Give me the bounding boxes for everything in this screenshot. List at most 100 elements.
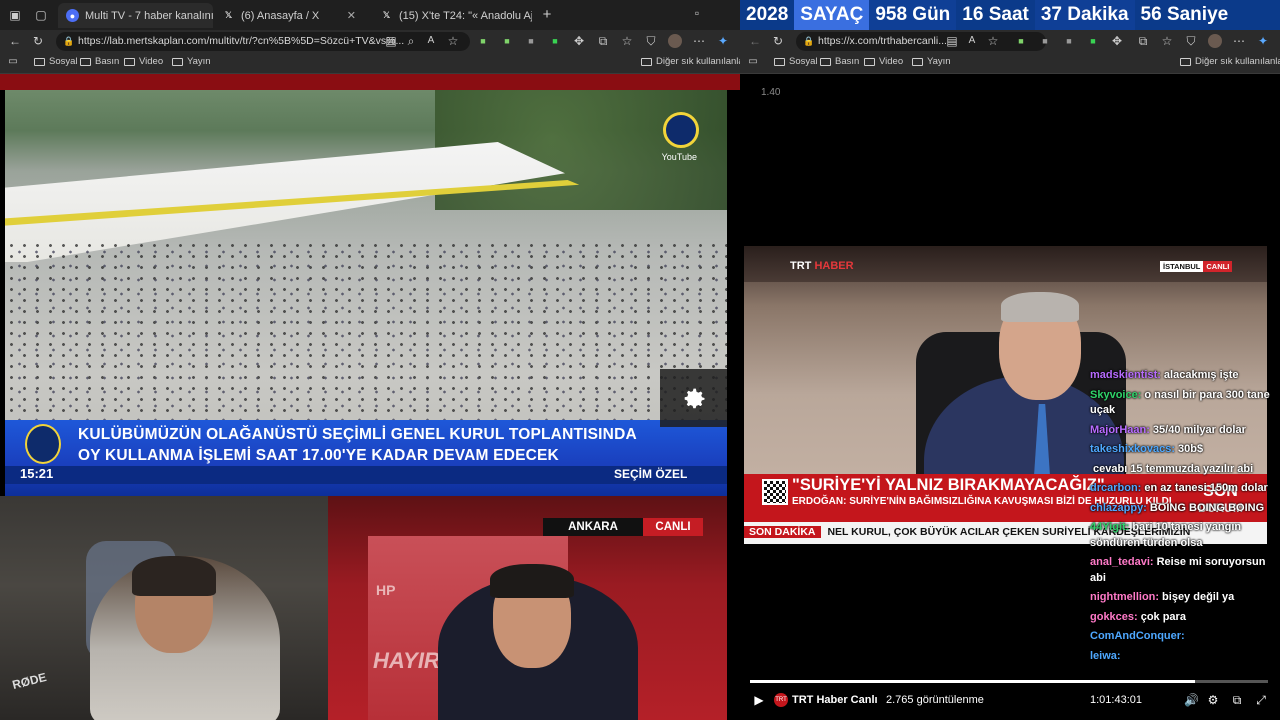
- other-bookmarks-folder[interactable]: Diğer sık kullanılanlar: [641, 56, 747, 67]
- progress-bar[interactable]: [750, 680, 1268, 683]
- tab-title: (15) X'te T24: "« Anadolu Ajansı: [399, 9, 532, 22]
- folder-icon: [124, 57, 135, 66]
- picture-in-picture-icon[interactable]: ⧉: [1230, 693, 1244, 707]
- trt-video-player[interactable]: 1.40 TRT HABER İSTANBUL CANLI "SURİYE'Yİ…: [740, 74, 1280, 720]
- new-tab-button[interactable]: +: [540, 7, 554, 22]
- favorites-icon[interactable]: ☆: [620, 34, 634, 48]
- trt-haber-logo: TRT HABER: [790, 260, 854, 272]
- channel-avatar-icon[interactable]: TRT: [774, 693, 788, 707]
- extensions-puzzle-icon[interactable]: ✥: [1110, 34, 1124, 48]
- browser-essentials-icon[interactable]: ⛉: [1184, 34, 1198, 48]
- chat-message: madskientist: alacakmış işte: [1090, 368, 1280, 384]
- tab-x-home[interactable]: 𝕏 (6) Anasayfa / X ✕: [214, 3, 364, 28]
- back-icon[interactable]: ←: [8, 34, 22, 48]
- favorite-star-icon[interactable]: ☆: [986, 34, 1000, 48]
- bookmark-label: Video: [879, 56, 904, 67]
- lock-icon: 🔒: [803, 36, 815, 46]
- favorite-star-icon[interactable]: ☆: [446, 34, 460, 48]
- read-aloud-icon[interactable]: A: [424, 34, 438, 48]
- zoom-icon[interactable]: ⌕: [404, 34, 418, 48]
- extension-icon[interactable]: ■: [524, 34, 538, 48]
- refresh-icon[interactable]: ↻: [771, 34, 785, 48]
- chat-overlay: madskientist: alacakmış işte Skyvoice: o na…: [1090, 368, 1280, 668]
- bookmark-folder-basin[interactable]: Basın: [80, 56, 119, 67]
- bookmark-label: Basın: [95, 56, 120, 67]
- extension-icon[interactable]: ■: [1086, 34, 1100, 48]
- x-logo-icon: 𝕏: [224, 10, 233, 20]
- volume-icon[interactable]: 🔊: [1184, 693, 1199, 707]
- play-icon[interactable]: ▶: [752, 693, 766, 707]
- close-tab-icon[interactable]: ✕: [341, 9, 356, 22]
- extension-icon[interactable]: ■: [500, 34, 514, 48]
- chat-text: 35/40 milyar dolar: [1152, 423, 1246, 436]
- countdown-banner: 2028 SAYAÇ 958 Gün 16 Saat 37 Dakika 56 …: [740, 0, 1280, 30]
- split-screen-icon[interactable]: ⧉: [596, 34, 610, 48]
- playback-speed: 1.40: [761, 87, 781, 98]
- bookmark-folder-yayin[interactable]: Yayın: [912, 56, 951, 67]
- read-aloud-icon[interactable]: A: [965, 34, 979, 48]
- bookmark-label: Sosyal: [789, 56, 818, 67]
- copilot-icon[interactable]: ✦: [1256, 34, 1270, 48]
- bookmark-folder-sosyal[interactable]: Sosyal: [34, 56, 78, 67]
- countdown-minutes: 37 Dakika: [1034, 0, 1135, 30]
- extension-icon[interactable]: ■: [548, 34, 562, 48]
- extension-icon[interactable]: ■: [476, 34, 490, 48]
- copilot-icon[interactable]: ✦: [716, 34, 730, 48]
- time-display: 1:01:43:01: [1090, 694, 1142, 706]
- bookmarks-bar: ▭ Sosyal Basın Video Yayın Diğer sık kul…: [740, 52, 1280, 74]
- more-menu-icon[interactable]: ⋯: [692, 34, 706, 48]
- more-menu-icon[interactable]: ⋯: [1232, 34, 1246, 48]
- workspaces-icon[interactable]: ▣: [8, 8, 22, 22]
- profile-avatar-icon[interactable]: [1208, 34, 1222, 48]
- browser-essentials-icon[interactable]: ⛉: [644, 34, 658, 48]
- profile-avatar-icon[interactable]: [668, 34, 682, 48]
- bookmark-folder-yayin[interactable]: Yayın: [172, 56, 211, 67]
- tab-multitv[interactable]: ● Multi TV - 7 haber kanalını a ✕: [58, 3, 213, 28]
- extension-icon[interactable]: ■: [1038, 34, 1052, 48]
- url-bar[interactable]: https://x.com/trthabercanli...: [796, 32, 1046, 51]
- favorites-icon[interactable]: ☆: [1160, 34, 1174, 48]
- folder-icon: [1180, 57, 1191, 66]
- settings-gear-icon[interactable]: ⚙: [1206, 693, 1220, 707]
- ankara-studio-video[interactable]: HP HAYIR ANKARA CANLI: [328, 496, 727, 720]
- bookmark-folder-sosyal[interactable]: Sosyal: [774, 56, 818, 67]
- other-bookmarks-folder[interactable]: Diğer sık kullanılanlar: [1180, 56, 1280, 67]
- chat-message: cevabı 15 temmuzda yazılır abi: [1090, 462, 1280, 478]
- tab-title: Multi TV - 7 haber kanalını a: [85, 9, 213, 22]
- split-screen-icon[interactable]: ⧉: [1136, 34, 1150, 48]
- folder-icon: [80, 57, 91, 66]
- chat-message: Skyvoice: o nasıl bir para 300 tane uçak: [1090, 388, 1280, 419]
- settings-button[interactable]: [660, 369, 727, 427]
- location-label: İSTANBUL: [1160, 261, 1204, 272]
- address-toolbar: ← ↻ https://lab.mertskaplan.com/multitv/…: [0, 30, 740, 52]
- bookmark-folder-video[interactable]: Video: [124, 56, 163, 67]
- extension-icon[interactable]: ■: [1014, 34, 1028, 48]
- qr-code-icon: [762, 479, 788, 505]
- bookmark-folder-basin[interactable]: Basın: [820, 56, 859, 67]
- extensions-puzzle-icon[interactable]: ✥: [572, 34, 586, 48]
- minimize-icon[interactable]: ▫: [690, 6, 704, 20]
- guest-hair: [490, 564, 574, 598]
- live-label: CANLI: [1203, 261, 1233, 272]
- tab-actions-icon[interactable]: ▢: [34, 8, 48, 22]
- streamer-webcam: RØDE: [0, 496, 328, 720]
- chat-username: takeshixkovacs:: [1090, 443, 1175, 455]
- address-toolbar: ← ↻ https://x.com/trthabercanli... 🔒 ▤ A…: [740, 30, 1280, 52]
- news-headline: "SURİYE'Yİ YALNIZ BIRAKMAYACAĞIZ": [792, 476, 1105, 494]
- tab-x-t24[interactable]: 𝕏 (15) X'te T24: "« Anadolu Ajansı ✕: [372, 3, 532, 28]
- live-label: CANLI: [643, 518, 703, 536]
- location-label: ANKARA: [568, 521, 618, 533]
- bookmarks-menu-icon[interactable]: ▭: [6, 55, 20, 69]
- back-icon[interactable]: ←: [748, 34, 762, 48]
- countdown-days: 958 Gün: [869, 0, 957, 30]
- read-mode-icon[interactable]: ▤: [384, 34, 398, 48]
- chat-username: leiwa:: [1090, 649, 1121, 662]
- extension-icon[interactable]: ■: [1062, 34, 1076, 48]
- secim-ozel-tag: SEÇİM ÖZEL: [614, 467, 688, 481]
- bookmark-folder-video[interactable]: Video: [864, 56, 903, 67]
- fullscreen-icon[interactable]: ⤢: [1254, 693, 1268, 707]
- refresh-icon[interactable]: ↻: [31, 34, 45, 48]
- read-mode-icon[interactable]: ▤: [945, 34, 959, 48]
- bookmarks-menu-icon[interactable]: ▭: [746, 55, 760, 69]
- channel-name[interactable]: TRT Haber Canlı: [792, 694, 878, 706]
